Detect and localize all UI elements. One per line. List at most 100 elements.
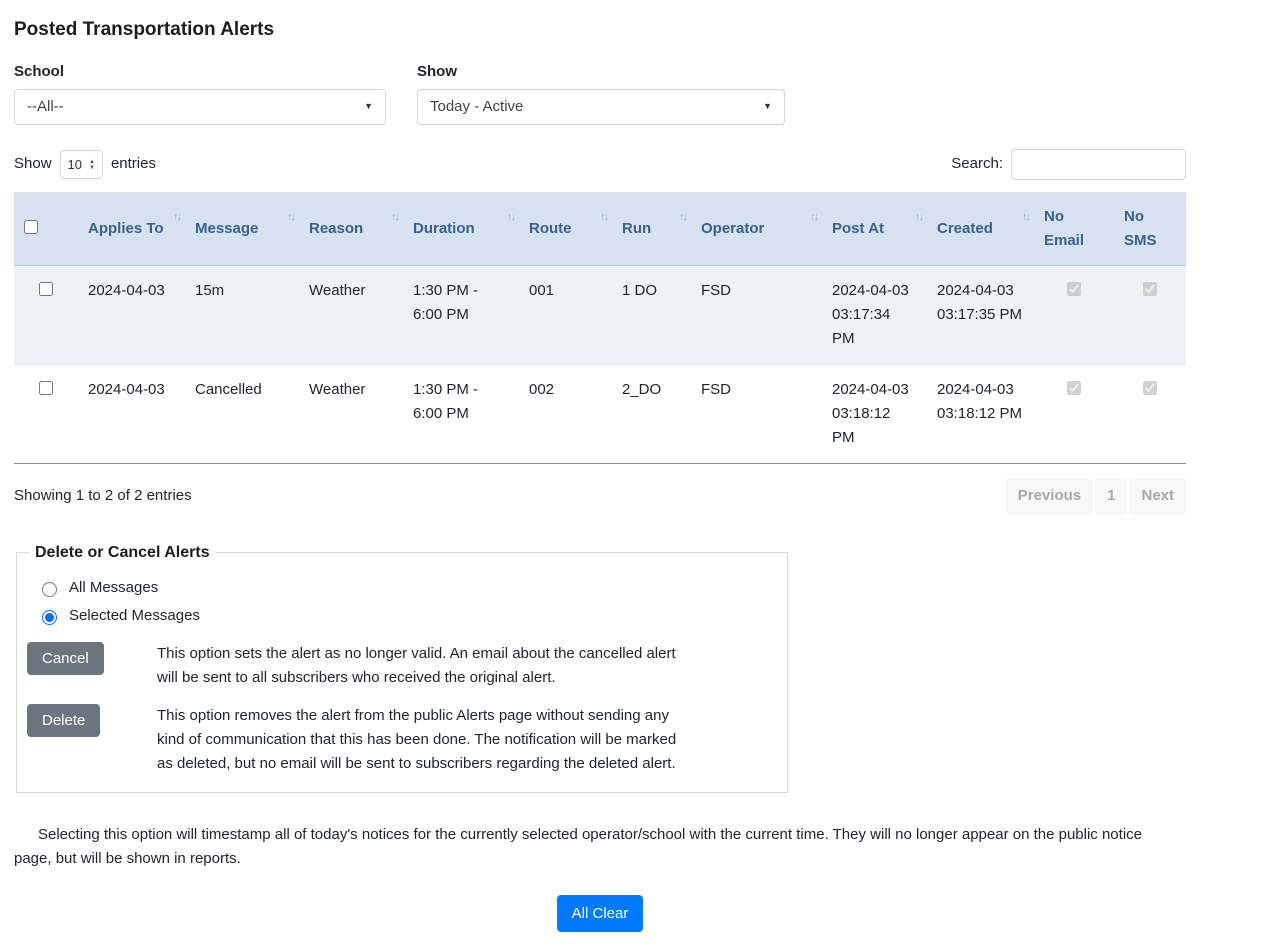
all-clear-button[interactable]: All Clear bbox=[557, 895, 644, 932]
selected-messages-label[interactable]: Selected Messages bbox=[69, 605, 200, 628]
entries-label-before: Show bbox=[14, 153, 52, 176]
cell-created: 2024-04-03 03:17:35 PM bbox=[927, 266, 1034, 365]
cell-run: 1 DO bbox=[612, 266, 691, 365]
search-input[interactable] bbox=[1011, 149, 1186, 180]
entries-label-after: entries bbox=[111, 153, 156, 176]
no-email-checkbox bbox=[1067, 381, 1081, 395]
page-title: Posted Transportation Alerts bbox=[14, 16, 1186, 45]
chevron-down-icon: ▼ bbox=[763, 100, 772, 114]
sort-icon: ↑↓ bbox=[287, 209, 294, 227]
all-clear-note: Selecting this option will timestamp all… bbox=[14, 823, 1159, 871]
cell-message: 15m bbox=[185, 266, 299, 365]
cancel-description: This option sets the alert as no longer … bbox=[157, 642, 682, 690]
col-header-label: No SMS bbox=[1124, 208, 1157, 249]
cell-created: 2024-04-03 03:18:12 PM bbox=[927, 365, 1034, 464]
col-header-label: No Email bbox=[1044, 208, 1084, 249]
all-messages-option: All Messages bbox=[37, 577, 771, 600]
cell-reason: Weather bbox=[299, 365, 403, 464]
col-header-operator[interactable]: Operator ↑↓ bbox=[691, 193, 822, 266]
table-info: Showing 1 to 2 of 2 entries bbox=[14, 485, 192, 508]
entries-length-control: Show 10 ▲▼ entries bbox=[14, 150, 156, 179]
sort-icon: ↑↓ bbox=[810, 209, 817, 227]
all-clear-section: All Clear bbox=[14, 895, 1186, 932]
all-messages-label[interactable]: All Messages bbox=[69, 577, 158, 600]
show-filter: Show Today - Active ▼ bbox=[417, 61, 785, 126]
row-select-checkbox[interactable] bbox=[39, 381, 53, 395]
school-select[interactable]: --All-- ▼ bbox=[14, 89, 386, 125]
cell-operator: FSD bbox=[691, 365, 822, 464]
search-control: Search: bbox=[951, 149, 1186, 180]
col-header-label: Route bbox=[529, 220, 572, 237]
delete-button[interactable]: Delete bbox=[27, 704, 100, 737]
col-header-run[interactable]: Run ↑↓ bbox=[612, 193, 691, 266]
cell-route: 002 bbox=[519, 365, 612, 464]
show-select[interactable]: Today - Active ▼ bbox=[417, 89, 785, 125]
col-header-reason[interactable]: Reason ↑↓ bbox=[299, 193, 403, 266]
chevron-down-icon: ▼ bbox=[364, 100, 373, 114]
col-header-created[interactable]: Created ↑↓ bbox=[927, 193, 1034, 266]
cell-operator: FSD bbox=[691, 266, 822, 365]
table-footer: Showing 1 to 2 of 2 entries Previous 1 N… bbox=[14, 478, 1186, 515]
col-header-duration[interactable]: Duration↑↓ bbox=[403, 193, 519, 266]
col-header-post-at[interactable]: Post At ↑↓ bbox=[822, 193, 927, 266]
sort-icon: ↑↓ bbox=[679, 209, 686, 227]
search-label: Search: bbox=[951, 153, 1003, 176]
cell-duration: 1:30 PM - 6:00 PM bbox=[403, 266, 519, 365]
pagination-previous[interactable]: Previous bbox=[1006, 478, 1093, 515]
delete-cancel-fieldset: Delete or Cancel Alerts All Messages Sel… bbox=[16, 541, 788, 793]
col-header-label: Operator bbox=[701, 220, 764, 237]
entries-select[interactable]: 10 ▲▼ bbox=[60, 150, 103, 179]
table-row: 2024-04-03 Cancelled Weather 1:30 PM - 6… bbox=[14, 365, 1186, 464]
pagination: Previous 1 Next bbox=[1006, 478, 1186, 515]
col-header-select[interactable] bbox=[14, 193, 78, 266]
no-sms-checkbox bbox=[1143, 381, 1157, 395]
filters: School --All-- ▼ Show Today - Active ▼ bbox=[14, 61, 1186, 126]
pagination-page-1[interactable]: 1 bbox=[1095, 478, 1127, 515]
sort-icon: ↑↓ bbox=[391, 209, 398, 227]
cell-route: 001 bbox=[519, 266, 612, 365]
table-controls: Show 10 ▲▼ entries Search: bbox=[14, 149, 1186, 180]
cell-message: Cancelled bbox=[185, 365, 299, 464]
select-all-checkbox[interactable] bbox=[24, 220, 38, 234]
cell-applies-to: 2024-04-03 bbox=[78, 365, 185, 464]
col-header-label: Message bbox=[195, 220, 258, 237]
table-header-row: Applies To↑↓ Message↑↓ Reason↑↓ Duration… bbox=[14, 193, 1186, 266]
col-header-no-sms[interactable]: No SMS bbox=[1114, 193, 1186, 266]
selected-messages-option: Selected Messages bbox=[37, 605, 771, 628]
table-row: 2024-04-03 15m Weather 1:30 PM - 6:00 PM… bbox=[14, 266, 1186, 365]
cell-post-at: 2024-04-03 03:18:12 PM bbox=[822, 365, 927, 464]
delete-action-row: Delete This option removes the alert fro… bbox=[27, 704, 771, 776]
col-header-applies-to[interactable]: Applies To↑↓ bbox=[78, 193, 185, 266]
col-header-label: Duration bbox=[413, 220, 475, 237]
col-header-label: Reason bbox=[309, 220, 363, 237]
cancel-button[interactable]: Cancel bbox=[27, 642, 104, 675]
cell-applies-to: 2024-04-03 bbox=[78, 266, 185, 365]
sort-icon: ↑↓ bbox=[1022, 209, 1029, 227]
cancel-action-row: Cancel This option sets the alert as no … bbox=[27, 642, 771, 690]
all-messages-radio[interactable] bbox=[42, 582, 57, 597]
fieldset-legend: Delete or Cancel Alerts bbox=[29, 541, 216, 565]
col-header-label: Applies To bbox=[88, 220, 164, 237]
col-header-no-email[interactable]: No Email bbox=[1034, 193, 1114, 266]
cell-post-at: 2024-04-03 03:17:34 PM bbox=[822, 266, 927, 365]
school-label: School bbox=[14, 61, 386, 84]
page: Posted Transportation Alerts School --Al… bbox=[14, 16, 1186, 932]
entries-select-value: 10 bbox=[68, 155, 82, 175]
school-filter: School --All-- ▼ bbox=[14, 61, 386, 126]
selected-messages-radio[interactable] bbox=[42, 610, 57, 625]
school-select-value: --All-- bbox=[27, 96, 64, 119]
col-header-label: Run bbox=[622, 220, 651, 237]
col-header-message[interactable]: Message ↑↓ bbox=[185, 193, 299, 266]
col-header-label: Post At bbox=[832, 220, 884, 237]
col-header-label: Created bbox=[937, 220, 993, 237]
col-header-route[interactable]: Route↑↓ bbox=[519, 193, 612, 266]
row-select-checkbox[interactable] bbox=[39, 282, 53, 296]
sort-icon: ↑↓ bbox=[915, 209, 922, 227]
no-sms-checkbox bbox=[1143, 282, 1157, 296]
no-email-checkbox bbox=[1067, 282, 1081, 296]
alerts-table: Applies To↑↓ Message↑↓ Reason↑↓ Duration… bbox=[14, 192, 1186, 464]
show-select-value: Today - Active bbox=[430, 96, 523, 119]
delete-description: This option removes the alert from the p… bbox=[157, 704, 682, 776]
cell-duration: 1:30 PM - 6:00 PM bbox=[403, 365, 519, 464]
pagination-next[interactable]: Next bbox=[1129, 478, 1186, 515]
